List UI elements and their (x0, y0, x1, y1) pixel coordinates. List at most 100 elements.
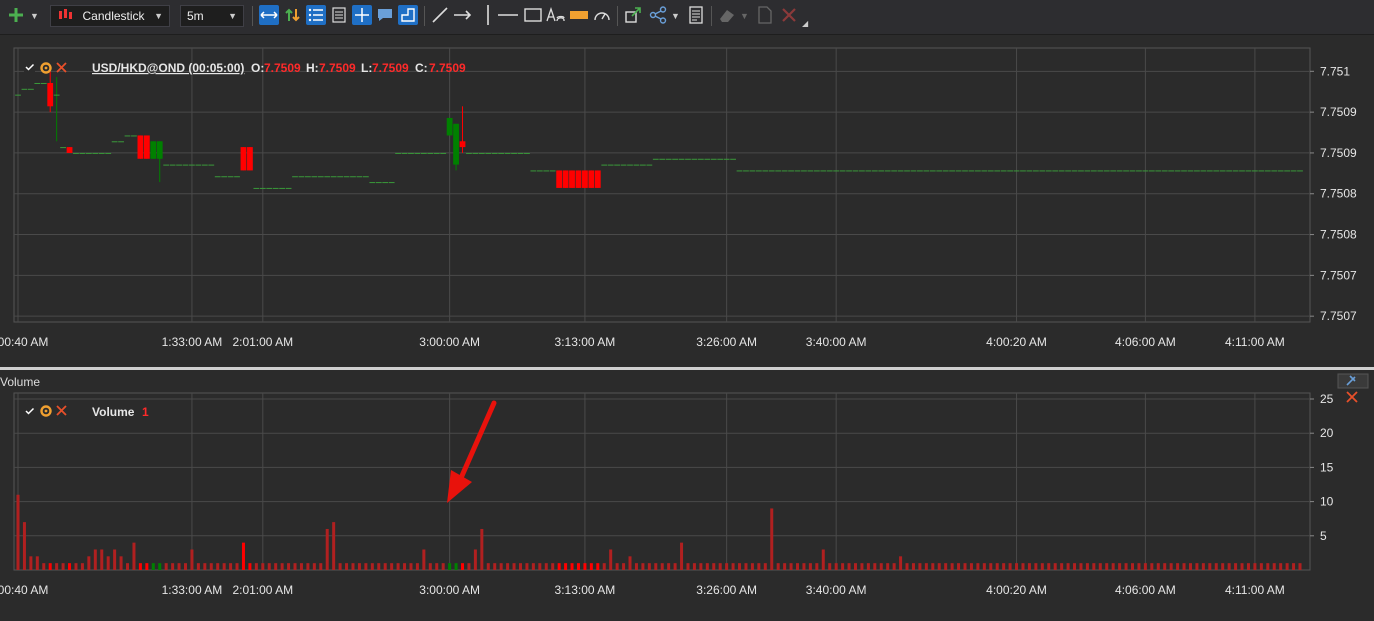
volume-bar (1047, 563, 1051, 570)
candle-body (639, 164, 646, 166)
candle (530, 170, 537, 172)
volume-bar (106, 556, 110, 570)
candle-body (955, 170, 962, 172)
candle-body (1277, 170, 1284, 172)
candle-body (143, 135, 150, 159)
candle-body (1013, 170, 1020, 172)
candle (704, 158, 711, 160)
volume-bar (1227, 563, 1231, 570)
candle-body (137, 135, 144, 159)
candle-body (1071, 170, 1078, 172)
volume-y-tick-label: 25 (1320, 392, 1334, 406)
panel-splitter[interactable] (0, 367, 1374, 370)
volume-bar (937, 563, 941, 570)
settings-gear-icon[interactable] (40, 405, 52, 417)
candle (981, 170, 988, 172)
volume-bar (615, 563, 619, 570)
candle (446, 117, 453, 136)
candle-body (1187, 170, 1194, 172)
close-label: C: (415, 61, 428, 75)
candle (330, 176, 337, 178)
candle-body (859, 170, 865, 172)
candle (491, 152, 498, 154)
bottom-scrollbar[interactable] (0, 612, 1374, 621)
candle (575, 170, 582, 188)
candle-body (1148, 170, 1155, 172)
volume-y-tick-label: 15 (1320, 460, 1334, 474)
candle (1032, 170, 1039, 172)
candle-body (936, 170, 943, 172)
high-label: H: (306, 61, 319, 75)
candle (388, 182, 395, 184)
volume-bar (821, 549, 825, 570)
volume-bar (647, 563, 651, 570)
volume-bar (467, 563, 471, 570)
price-x-tick-label: 4:00:20 AM (986, 335, 1047, 349)
candle (182, 164, 189, 166)
candle (1200, 170, 1207, 172)
volume-bar (518, 563, 522, 570)
volume-bar (705, 563, 709, 570)
volume-x-axis: 1:00:40 AM 1:33:00 AM 2:01:00 AM 3:00:00 AM… (0, 583, 1285, 597)
volume-bar (1150, 563, 1154, 570)
candle-body (401, 152, 408, 154)
candle (633, 164, 640, 166)
candle-body (66, 147, 73, 153)
price-x-tick-label: 1:33:00 AM (162, 335, 223, 349)
candle (833, 170, 840, 172)
candle (614, 164, 621, 166)
close-value: 7.7509 (429, 61, 466, 75)
candle-body (1290, 170, 1297, 172)
volume-bar (828, 563, 832, 570)
volume-bar (1124, 563, 1128, 570)
volume-bar (783, 563, 787, 570)
price-x-tick-label: 1:00:40 AM (0, 335, 48, 349)
candle (105, 152, 112, 154)
candle-body (150, 141, 157, 159)
candle-body (801, 170, 807, 172)
volume-bar (35, 556, 39, 570)
volume-bar (1021, 563, 1025, 570)
candle (543, 170, 550, 172)
candle (79, 152, 86, 154)
visibility-checkbox[interactable] (24, 61, 35, 72)
candle-body (1297, 170, 1303, 172)
candle (1187, 170, 1194, 172)
volume-bar (357, 563, 361, 570)
candle-body (163, 164, 170, 166)
symbol-label[interactable]: USD/HKD@OND (00:05:00) (92, 61, 244, 75)
volume-x-tick-label: 1:33:00 AM (162, 583, 223, 597)
volume-bar (976, 563, 980, 570)
candle (923, 170, 930, 172)
price-x-tick-label: 3:00:00 AM (419, 335, 480, 349)
candle-body (324, 176, 331, 178)
candle (736, 170, 743, 172)
volume-bar (931, 563, 935, 570)
candle-body (781, 170, 788, 172)
candle (292, 176, 298, 178)
price-chart-grid (13, 47, 1311, 323)
volume-bar (287, 563, 291, 570)
volume-bar (241, 542, 245, 570)
volume-bar (119, 556, 123, 570)
candle-body (723, 158, 730, 160)
volume-bar (42, 563, 46, 570)
candle (1252, 170, 1258, 172)
volume-bar (93, 549, 97, 570)
candle-body (1226, 170, 1233, 172)
volume-bar (506, 563, 510, 570)
visibility-checkbox[interactable] (24, 405, 35, 416)
candle-body (730, 158, 736, 160)
price-x-tick-label: 4:06:00 AM (1115, 335, 1176, 349)
candle (143, 135, 150, 159)
candle (356, 176, 363, 178)
candle-body (685, 158, 691, 160)
candle-body (21, 88, 28, 90)
pane-pin-icon[interactable] (1337, 373, 1369, 389)
candle (723, 158, 730, 160)
remove-close-icon[interactable] (56, 405, 67, 416)
volume-bar (841, 563, 845, 570)
pane-close-icon[interactable] (1346, 391, 1358, 403)
remove-close-icon[interactable] (56, 62, 67, 73)
volume-bar (132, 542, 136, 570)
